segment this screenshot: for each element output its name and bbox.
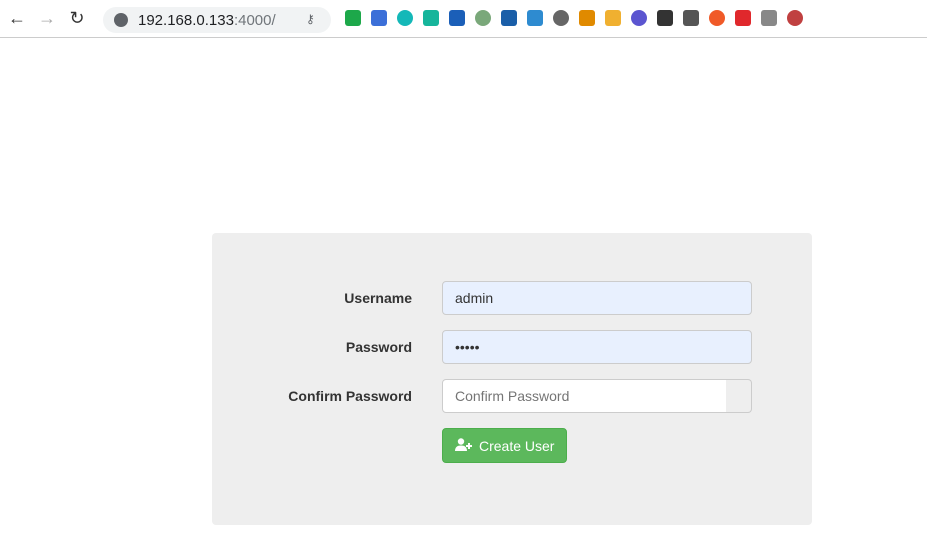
confirm-password-label: Confirm Password <box>288 388 412 404</box>
key-icon[interactable]: ⚷ <box>306 12 315 26</box>
extension-icon[interactable] <box>579 10 595 26</box>
extension-icon[interactable] <box>371 10 387 26</box>
confirm-password-row: Confirm Password <box>212 379 812 413</box>
extensions-bar <box>345 10 803 26</box>
username-label: Username <box>344 290 412 306</box>
url-port: :4000/ <box>233 11 276 29</box>
create-user-button[interactable]: Create User <box>442 428 567 463</box>
extension-icon[interactable] <box>397 10 413 26</box>
extension-icon[interactable] <box>761 10 777 26</box>
user-plus-icon <box>455 437 472 454</box>
extension-icon[interactable] <box>735 10 751 26</box>
confirm-password-input[interactable] <box>442 379 727 413</box>
username-input[interactable] <box>442 281 752 315</box>
username-row: Username <box>212 281 812 315</box>
extension-icon[interactable] <box>787 10 803 26</box>
back-icon[interactable]: ← <box>4 8 30 29</box>
password-row: Password ••••• <box>212 330 812 364</box>
address-bar[interactable]: 192.168.0.133:4000/ <box>103 7 331 33</box>
input-addon <box>726 379 752 413</box>
extension-icon[interactable] <box>527 10 543 26</box>
extension-icon[interactable] <box>657 10 673 26</box>
extension-icon[interactable] <box>345 10 361 26</box>
extension-icon[interactable] <box>553 10 569 26</box>
extension-icon[interactable] <box>501 10 517 26</box>
extension-icon[interactable] <box>449 10 465 26</box>
forward-icon[interactable]: → <box>34 8 60 29</box>
extension-icon[interactable] <box>423 10 439 26</box>
reload-icon[interactable]: ↻ <box>64 8 90 29</box>
url-text: 192.168.0.133:4000/ <box>138 12 276 29</box>
site-info-icon[interactable] <box>114 13 128 27</box>
create-user-label: Create User <box>479 437 555 454</box>
password-input[interactable]: ••••• <box>442 330 752 364</box>
extension-icon[interactable] <box>475 10 491 26</box>
extension-icon[interactable] <box>605 10 621 26</box>
extension-icon[interactable] <box>631 10 647 26</box>
password-label: Password <box>345 339 412 355</box>
create-user-panel: Username Password ••••• Confirm Password… <box>212 233 812 525</box>
extension-icon[interactable] <box>709 10 725 26</box>
url-host: 192.168.0.133 <box>138 11 234 29</box>
extension-icon[interactable] <box>683 10 699 26</box>
